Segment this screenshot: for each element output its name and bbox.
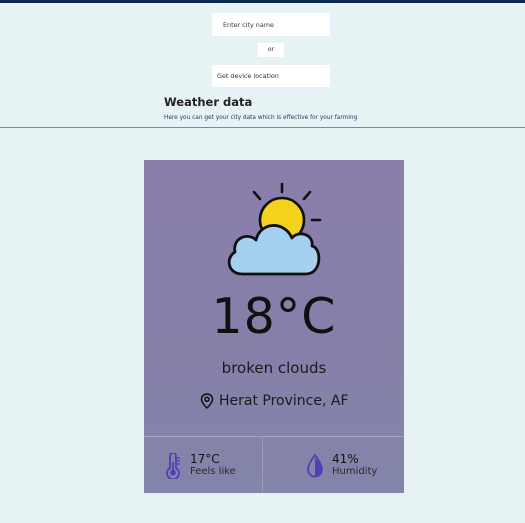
location-row: Herat Province, AF <box>200 393 349 409</box>
section-title: Weather data <box>164 95 253 109</box>
top-accent-bar <box>0 0 525 3</box>
sun-behind-cloud-icon <box>227 182 322 276</box>
location-pin-icon <box>200 393 214 409</box>
section-subtitle: Here you can get your city data which is… <box>164 115 358 121</box>
water-drop-icon <box>307 453 323 477</box>
weather-card: 18°C broken clouds Herat Province, AF 17… <box>144 160 404 493</box>
header-divider <box>0 127 525 128</box>
weather-stats-footer: 17°C Feels like 41% Humidity <box>144 436 404 493</box>
temperature-value: 18°C <box>211 288 337 345</box>
get-device-location-button[interactable]: Get device location <box>212 65 330 87</box>
feels-like-label: Feels like <box>190 466 236 477</box>
feels-like-stat: 17°C Feels like <box>144 437 262 493</box>
feels-like-value: 17°C <box>190 452 220 466</box>
thermometer-icon <box>166 452 180 479</box>
or-separator-label: or <box>258 43 284 57</box>
city-name-input[interactable] <box>212 13 330 36</box>
location-label: Herat Province, AF <box>219 393 349 409</box>
humidity-stat: 41% Humidity <box>262 437 404 493</box>
weather-description: broken clouds <box>221 359 327 377</box>
humidity-label: Humidity <box>332 466 378 477</box>
humidity-value: 41% <box>332 452 359 466</box>
